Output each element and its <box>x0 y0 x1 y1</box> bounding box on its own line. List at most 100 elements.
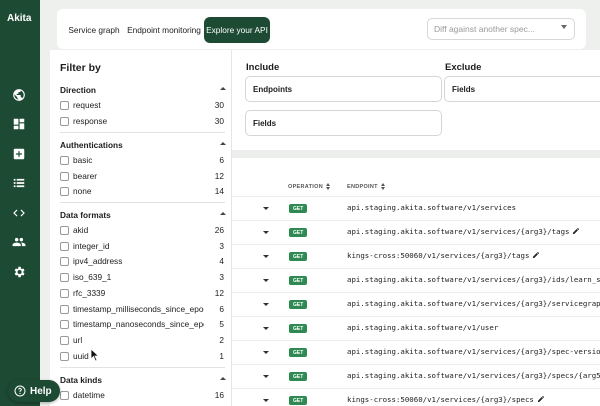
checkbox[interactable] <box>60 116 69 126</box>
filter-option[interactable]: ipv4_address 4 <box>60 254 224 268</box>
collapse-caret-icon[interactable] <box>220 377 226 380</box>
checkbox[interactable] <box>60 288 69 298</box>
expand-caret-icon[interactable] <box>263 375 269 378</box>
column-header-endpoint[interactable]: ENDPOINT <box>347 183 386 190</box>
filter-option[interactable]: integer_id 3 <box>60 239 224 253</box>
checkbox[interactable] <box>60 272 69 282</box>
checkbox[interactable] <box>60 304 69 314</box>
checkbox[interactable] <box>60 100 69 110</box>
filter-option[interactable]: basic 6 <box>60 153 224 167</box>
filter-option[interactable]: iso_639_1 3 <box>60 270 224 284</box>
include-fields-field[interactable]: Fields <box>245 110 442 136</box>
table-row[interactable]: GET api.staging.akita.software/v1/service… <box>232 196 600 220</box>
table-row[interactable]: GET kings-cross:50060/v1/services/{arg3}/… <box>232 388 600 406</box>
checkbox[interactable] <box>60 256 69 266</box>
pencil-icon[interactable] <box>537 395 545 403</box>
checkbox[interactable] <box>60 171 69 181</box>
collapse-caret-icon[interactable] <box>220 142 226 145</box>
expand-caret-icon[interactable] <box>263 327 269 330</box>
sort-icon[interactable] <box>380 183 386 190</box>
checkbox[interactable] <box>60 155 69 165</box>
section-data-formats[interactable]: Data formats <box>60 210 111 220</box>
method-badge: GET <box>289 276 308 285</box>
globe-icon[interactable] <box>12 88 26 102</box>
people-icon[interactable] <box>12 235 26 249</box>
endpoint-path[interactable]: api.staging.akita.software/v1/services <box>347 203 516 212</box>
table-row[interactable]: GET api.staging.akita.software/v1/user <box>232 316 600 340</box>
filter-option[interactable]: bearer 12 <box>60 169 224 183</box>
collapse-caret-icon[interactable] <box>220 212 226 215</box>
expand-caret-icon[interactable] <box>263 351 269 354</box>
filter-option[interactable]: akid 26 <box>60 223 224 237</box>
divider <box>60 367 225 368</box>
divider <box>60 132 225 133</box>
column-header-operation[interactable]: OPERATION <box>288 183 331 190</box>
pencil-icon[interactable] <box>572 227 580 235</box>
method-badge: GET <box>289 396 308 405</box>
expand-caret-icon[interactable] <box>263 279 269 282</box>
exclude-fields-field[interactable]: Fields <box>444 76 600 102</box>
checkbox[interactable] <box>60 241 69 251</box>
expand-caret-icon[interactable] <box>263 255 269 258</box>
diff-spec-placeholder: Diff against another spec... <box>434 24 535 34</box>
include-endpoints-field[interactable]: Endpoints <box>245 76 442 102</box>
expand-caret-icon[interactable] <box>263 303 269 306</box>
checkbox[interactable] <box>60 186 69 196</box>
checkbox[interactable] <box>60 390 69 400</box>
tab-service-graph[interactable]: Service graph <box>64 17 124 43</box>
chevron-down-icon <box>561 25 567 29</box>
tab-explore-api[interactable]: Explore your API <box>204 17 270 43</box>
list-icon[interactable] <box>12 176 26 190</box>
filter-option[interactable]: timestamp_milliseconds_since_epoch 6 <box>60 302 224 316</box>
table-row[interactable]: GET api.staging.akita.software/v1/service… <box>232 340 600 364</box>
filter-option[interactable]: rfc_3339 12 <box>60 286 224 300</box>
table-row[interactable]: GET api.staging.akita.software/v1/service… <box>232 364 600 388</box>
filter-option[interactable]: uuid 1 <box>60 349 224 363</box>
pencil-icon[interactable] <box>532 251 540 259</box>
endpoint-path[interactable]: kings-cross:50060/v1/services/{arg3}/spe… <box>347 395 534 404</box>
filter-option[interactable]: url 2 <box>60 333 224 347</box>
method-badge: GET <box>289 228 308 237</box>
table-row[interactable]: GET api.staging.akita.software/v1/service… <box>232 220 600 244</box>
filter-option[interactable]: timestamp_nanoseconds_since_epoch 5 <box>60 317 224 331</box>
endpoint-path[interactable]: api.staging.akita.software/v1/services/{… <box>347 347 600 356</box>
dashboard-icon[interactable] <box>12 117 26 131</box>
filter-option[interactable]: none 14 <box>60 184 224 198</box>
sort-icon[interactable] <box>326 183 331 190</box>
filter-option[interactable]: request 30 <box>60 98 224 112</box>
checkbox[interactable] <box>60 335 69 345</box>
help-icon <box>14 385 26 397</box>
settings-icon[interactable] <box>12 265 26 279</box>
expand-caret-icon[interactable] <box>263 207 269 210</box>
endpoint-path[interactable]: kings-cross:50060/v1/services/{arg3}/tag… <box>347 251 529 260</box>
section-authentications[interactable]: Authentications <box>60 140 123 150</box>
checkbox[interactable] <box>60 351 69 361</box>
checkbox[interactable] <box>60 225 69 235</box>
help-button[interactable]: Help <box>8 380 60 402</box>
table-row[interactable]: GET api.staging.akita.software/v1/service… <box>232 292 600 316</box>
endpoint-path[interactable]: api.staging.akita.software/v1/services/{… <box>347 299 600 308</box>
exclude-title: Exclude <box>445 62 482 73</box>
table-row[interactable]: GET api.staging.akita.software/v1/service… <box>232 268 600 292</box>
method-badge: GET <box>289 348 308 357</box>
diff-spec-select[interactable]: Diff against another spec... <box>427 18 575 40</box>
endpoint-path[interactable]: api.staging.akita.software/v1/user <box>347 323 498 332</box>
checkbox[interactable] <box>60 319 69 329</box>
endpoint-path[interactable]: api.staging.akita.software/v1/services/{… <box>347 227 569 236</box>
top-bar: Service graph Endpoint monitoring Explor… <box>57 9 586 49</box>
endpoint-path[interactable]: api.staging.akita.software/v1/services/{… <box>347 275 600 284</box>
tab-endpoint-monitoring[interactable]: Endpoint monitoring <box>125 17 203 43</box>
collapse-caret-icon[interactable] <box>220 87 226 90</box>
brand-logo[interactable]: Akita <box>7 13 31 24</box>
code-icon[interactable] <box>12 206 26 220</box>
expand-caret-icon[interactable] <box>263 399 269 402</box>
add-box-icon[interactable] <box>12 147 26 161</box>
filter-option[interactable]: response 30 <box>60 114 224 128</box>
expand-caret-icon[interactable] <box>263 231 269 234</box>
section-direction[interactable]: Direction <box>60 85 96 95</box>
endpoint-path[interactable]: api.staging.akita.software/v1/services/{… <box>347 371 600 380</box>
filter-option[interactable]: datetime 16 <box>60 388 224 402</box>
table-row[interactable]: GET kings-cross:50060/v1/services/{arg3}/… <box>232 244 600 268</box>
section-data-kinds[interactable]: Data kinds <box>60 375 102 385</box>
method-badge: GET <box>289 252 308 261</box>
